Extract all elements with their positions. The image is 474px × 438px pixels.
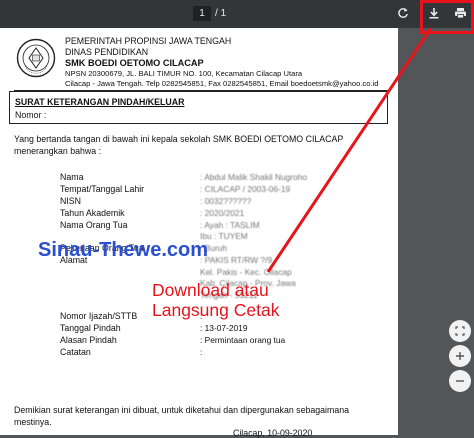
- annotation-line-1: Download atau: [152, 280, 269, 300]
- zoom-out-icon[interactable]: [449, 370, 471, 392]
- fit-page-icon[interactable]: [449, 320, 471, 342]
- zoom-in-icon[interactable]: [449, 345, 471, 367]
- annotation-line-2: Langsung Cetak: [152, 300, 280, 320]
- annotation-arrow: [266, 27, 433, 273]
